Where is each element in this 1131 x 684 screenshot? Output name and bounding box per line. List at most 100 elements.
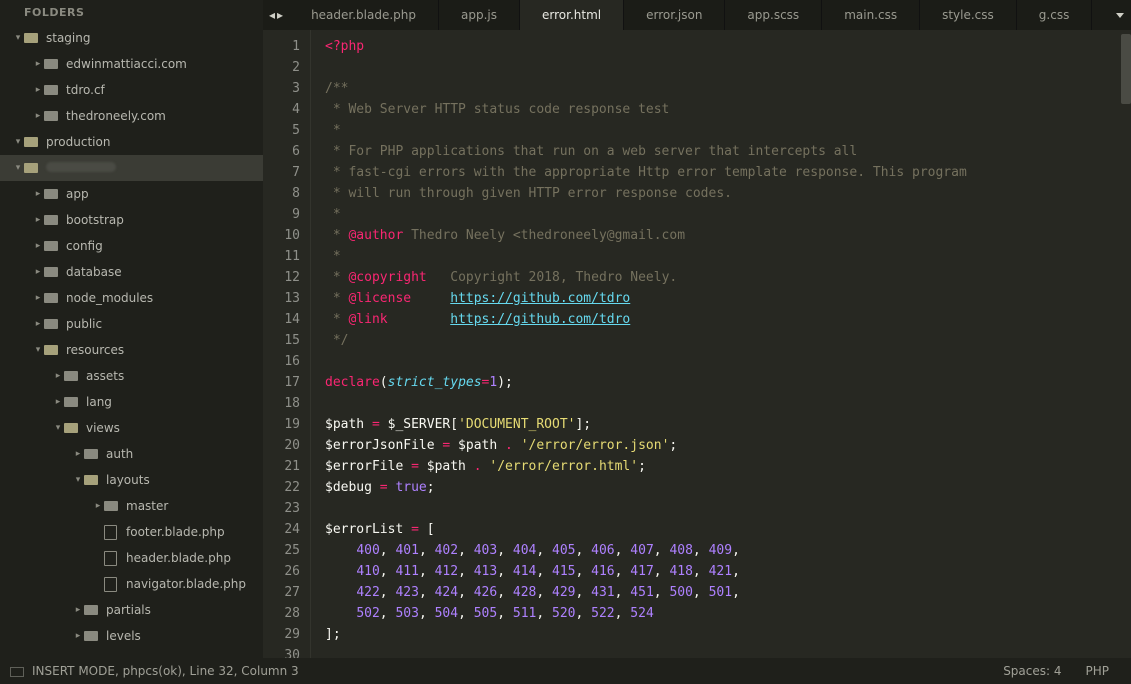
vertical-scrollbar[interactable]: [1121, 34, 1131, 104]
code-line: $path = $_SERVER['DOCUMENT_ROOT'];: [325, 414, 1131, 435]
folder-row[interactable]: ▸tdro.cf: [0, 77, 263, 103]
folder-row[interactable]: ▸config: [0, 233, 263, 259]
line-number: 6: [263, 141, 300, 162]
folder-icon: [44, 213, 60, 227]
tab-overflow-button[interactable]: [1109, 0, 1131, 30]
disclosure-icon: ▸: [32, 59, 44, 69]
code-line: <?php: [325, 36, 1131, 57]
code-line: * @license https://github.com/tdro: [325, 288, 1131, 309]
line-number: 25: [263, 540, 300, 561]
line-number: 30: [263, 645, 300, 658]
folder-icon: [84, 629, 100, 643]
folder-row[interactable]: ▸lang: [0, 389, 263, 415]
disclosure-icon: ▾: [12, 33, 24, 43]
folder-row[interactable]: ▾production: [0, 129, 263, 155]
tab-label: style.css: [942, 8, 994, 22]
line-number: 5: [263, 120, 300, 141]
folder-row[interactable]: ▸public: [0, 311, 263, 337]
folder-row[interactable]: ▾views: [0, 415, 263, 441]
tab-prev-icon[interactable]: ◂: [269, 8, 275, 22]
tab[interactable]: error.html: [520, 0, 624, 30]
line-number: 22: [263, 477, 300, 498]
folder-row[interactable]: ▾: [0, 155, 263, 181]
line-number: 20: [263, 435, 300, 456]
tree-item-label: edwinmattiacci.com: [66, 57, 187, 71]
line-number: 9: [263, 204, 300, 225]
tab[interactable]: style.css: [920, 0, 1017, 30]
code-line: $errorJsonFile = $path . '/error/error.j…: [325, 435, 1131, 456]
file-row[interactable]: footer.blade.php: [0, 519, 263, 545]
disclosure-icon: ▸: [32, 85, 44, 95]
folder-icon: [44, 83, 60, 97]
folder-row[interactable]: ▸bootstrap: [0, 207, 263, 233]
folder-row[interactable]: ▸node_modules: [0, 285, 263, 311]
disclosure-icon: ▸: [92, 501, 104, 511]
folder-icon: [84, 603, 100, 617]
folder-row[interactable]: ▸thedroneely.com: [0, 103, 263, 129]
code-area[interactable]: 1234567891011121314151617181920212223242…: [263, 30, 1131, 658]
code-line: *: [325, 120, 1131, 141]
status-language[interactable]: PHP: [1074, 664, 1122, 678]
folder-row[interactable]: ▾staging: [0, 25, 263, 51]
folder-row[interactable]: ▸master: [0, 493, 263, 519]
code-line: declare(strict_types=1);: [325, 372, 1131, 393]
tree-item-label: views: [86, 421, 120, 435]
tab[interactable]: app.scss: [725, 0, 822, 30]
code-line: */: [325, 330, 1131, 351]
folder-icon: [44, 317, 60, 331]
disclosure-icon: ▸: [52, 397, 64, 407]
folder-row[interactable]: ▸database: [0, 259, 263, 285]
folder-icon: [44, 343, 60, 357]
file-row[interactable]: header.blade.php: [0, 545, 263, 571]
code-text[interactable]: <?php /** * Web Server HTTP status code …: [311, 30, 1131, 658]
line-number: 18: [263, 393, 300, 414]
disclosure-icon: ▾: [32, 345, 44, 355]
line-number: 1: [263, 36, 300, 57]
tree-item-label: production: [46, 135, 110, 149]
panel-toggle-icon[interactable]: [10, 667, 24, 677]
tab-next-icon[interactable]: ▸: [277, 8, 283, 22]
tab-label: g.css: [1039, 8, 1070, 22]
file-icon: [104, 577, 120, 591]
folder-icon: [64, 369, 80, 383]
tabs-container: header.blade.php app.js error.htmlerror.js…: [289, 0, 1109, 30]
tab[interactable]: g.css: [1017, 0, 1093, 30]
line-number: 10: [263, 225, 300, 246]
folder-row[interactable]: ▾layouts: [0, 467, 263, 493]
tree-item-label: auth: [106, 447, 133, 461]
tab[interactable]: main.css: [822, 0, 920, 30]
tab-label: app.js: [461, 8, 497, 22]
file-row[interactable]: navigator.blade.php: [0, 571, 263, 597]
line-number-gutter: 1234567891011121314151617181920212223242…: [263, 30, 311, 658]
folder-row[interactable]: ▸ edwinmattiacci.com: [0, 51, 263, 77]
tab[interactable]: app.js: [439, 0, 520, 30]
code-line: *: [325, 204, 1131, 225]
tab[interactable]: header.blade.php: [289, 0, 439, 30]
folder-row[interactable]: ▾resources: [0, 337, 263, 363]
tab-nav: ◂ ▸: [263, 0, 289, 30]
folder-icon: [24, 161, 40, 175]
code-line: *: [325, 246, 1131, 267]
folder-row[interactable]: ▸assets: [0, 363, 263, 389]
tab[interactable]: error.json: [624, 0, 725, 30]
folder-row[interactable]: ▸levels: [0, 623, 263, 649]
code-line: [325, 351, 1131, 372]
line-number: 7: [263, 162, 300, 183]
line-number: 14: [263, 309, 300, 330]
folder-row[interactable]: ▸app: [0, 181, 263, 207]
chevron-down-icon: [1116, 13, 1124, 18]
tab-label: main.css: [844, 8, 897, 22]
folder-icon: [44, 291, 60, 305]
folder-row[interactable]: ▸ auth: [0, 441, 263, 467]
line-number: 21: [263, 456, 300, 477]
code-line: [325, 498, 1131, 519]
folder-icon: [84, 473, 100, 487]
folder-row[interactable]: ▸partials: [0, 597, 263, 623]
disclosure-icon: ▸: [72, 449, 84, 459]
tab-label: app.scss: [747, 8, 799, 22]
code-line: 400, 401, 402, 403, 404, 405, 406, 407, …: [325, 540, 1131, 561]
folder-icon: [24, 31, 40, 45]
status-indent[interactable]: Spaces: 4: [991, 664, 1073, 678]
code-line: * Web Server HTTP status code response t…: [325, 99, 1131, 120]
tree-item-label: app: [66, 187, 89, 201]
